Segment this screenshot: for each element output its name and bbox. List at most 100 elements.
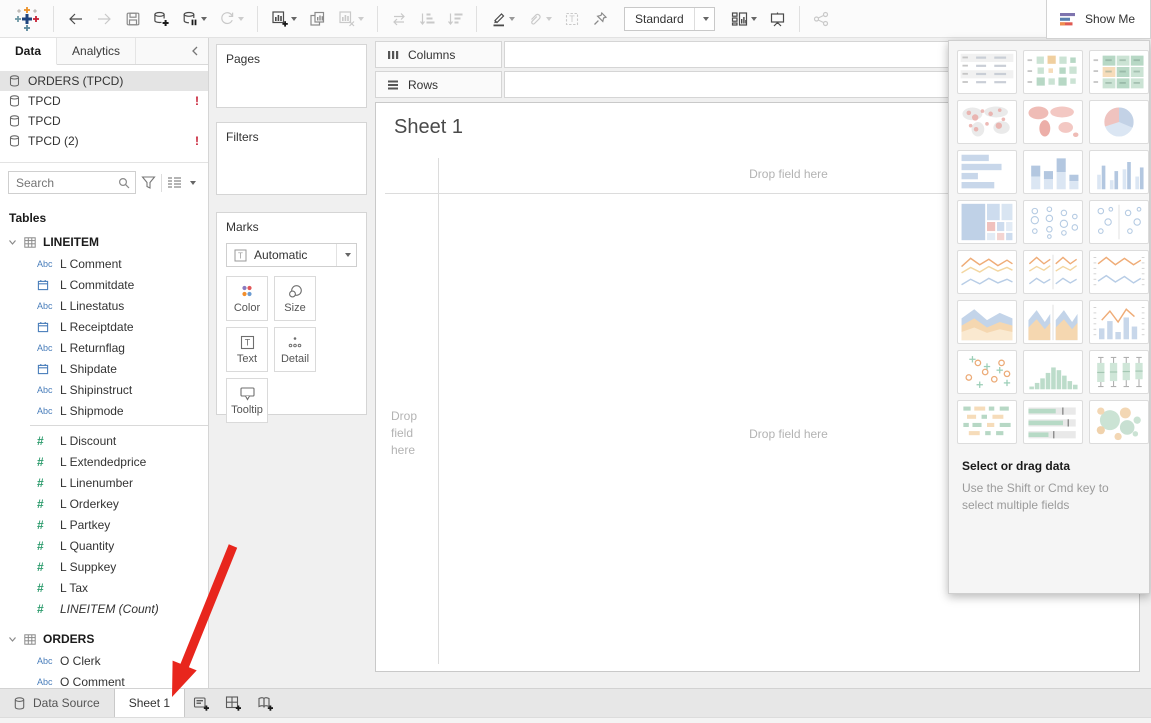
undo-arrow-button[interactable]	[63, 4, 88, 34]
field-item[interactable]: AbcO Comment	[0, 671, 208, 688]
collapse-pane-button[interactable]	[182, 38, 208, 64]
search-input[interactable]	[16, 176, 118, 190]
field-item[interactable]: AbcL Returnflag	[0, 337, 208, 358]
group-paperclip-button[interactable]	[523, 4, 556, 34]
new-worksheet-button[interactable]	[267, 4, 301, 34]
datasource-item[interactable]: TPCD	[0, 111, 208, 131]
sort-descending-button[interactable]	[443, 4, 467, 34]
field-item[interactable]: #L Extendedprice	[0, 451, 208, 472]
new-datasource-button[interactable]	[149, 4, 174, 34]
showme-thumb-box-and-whisker[interactable]	[1089, 350, 1149, 394]
showme-thumb-area-continuous[interactable]	[957, 300, 1017, 344]
filters-shelf[interactable]: Filters	[216, 122, 367, 195]
datasource-item[interactable]: ORDERS (TPCD)	[0, 71, 208, 91]
showme-thumb-scatter-plot[interactable]	[957, 350, 1017, 394]
showme-thumb-treemap[interactable]	[957, 200, 1017, 244]
showme-thumb-pie-chart[interactable]	[1089, 100, 1149, 144]
showme-thumb-highlight-table[interactable]	[1089, 50, 1149, 94]
field-item[interactable]: #L Discount	[0, 430, 208, 451]
new-worksheet-button[interactable]	[185, 689, 217, 717]
field-item[interactable]: #L Tax	[0, 577, 208, 598]
fix-axes-pin-button[interactable]	[588, 4, 612, 34]
field-item[interactable]: AbcL Linestatus	[0, 295, 208, 316]
field-item[interactable]: AbcL Comment	[0, 253, 208, 274]
showme-thumb-horizontal-bars[interactable]	[957, 150, 1017, 194]
showme-thumb-bullet-graph[interactable]	[1023, 400, 1083, 444]
showme-thumb-heatmap[interactable]	[1023, 50, 1083, 94]
text-button[interactable]: TText	[226, 327, 268, 372]
show-me-button[interactable]: Show Me	[1046, 0, 1151, 39]
fit-select[interactable]: Standard	[624, 7, 715, 31]
table-header[interactable]: LINEITEM	[0, 231, 208, 253]
size-button[interactable]: Size	[274, 276, 316, 321]
showme-thumb-symbol-map[interactable]	[957, 100, 1017, 144]
showme-thumb-side-by-side-bars[interactable]	[1089, 150, 1149, 194]
datasource-item[interactable]: TPCD!	[0, 91, 208, 111]
tab-data[interactable]: Data	[0, 38, 57, 65]
field-item[interactable]: #LINEITEM (Count)	[0, 598, 208, 619]
showme-thumb-dual-lines[interactable]	[1089, 250, 1149, 294]
highlight-pen-caret[interactable]	[509, 17, 515, 21]
presentation-mode-button[interactable]	[765, 4, 790, 34]
showme-thumb-gantt[interactable]	[957, 400, 1017, 444]
datasource-item[interactable]: TPCD (2)!	[0, 131, 208, 151]
showme-thumb-packed-bubbles[interactable]	[1089, 400, 1149, 444]
refresh-caret[interactable]	[238, 17, 244, 21]
tooltip-button[interactable]: Tooltip	[226, 378, 268, 423]
clear-sheet-button[interactable]	[334, 4, 368, 34]
save-button[interactable]	[121, 4, 145, 34]
show-hide-cards-caret[interactable]	[751, 17, 757, 21]
color-button[interactable]: Color	[226, 276, 268, 321]
fit-select-caret[interactable]	[694, 8, 714, 30]
new-worksheet-caret[interactable]	[291, 17, 297, 21]
filter-funnel-icon[interactable]	[141, 175, 156, 190]
new-dashboard-button[interactable]	[217, 689, 249, 717]
clear-sheet-caret[interactable]	[358, 17, 364, 21]
refresh-button[interactable]	[215, 4, 248, 34]
pause-updates-caret[interactable]	[201, 17, 207, 21]
redo-arrow-button[interactable]	[92, 4, 117, 34]
field-item[interactable]: #L Linenumber	[0, 472, 208, 493]
showme-thumb-area-discrete[interactable]	[1023, 300, 1083, 344]
showme-thumb-text-table[interactable]	[957, 50, 1017, 94]
drop-zone-left[interactable]: Drop field here	[391, 408, 433, 459]
field-item[interactable]: L Commitdate	[0, 274, 208, 295]
table-header[interactable]: ORDERS	[0, 628, 208, 650]
group-paperclip-caret[interactable]	[546, 17, 552, 21]
mark-type-dropdown[interactable]: T Automatic	[226, 243, 357, 267]
sort-ascending-button[interactable]	[415, 4, 439, 34]
field-item[interactable]: AbcL Shipinstruct	[0, 379, 208, 400]
swap-axes-button[interactable]	[387, 4, 411, 34]
duplicate-sheet-button[interactable]	[305, 4, 330, 34]
detail-button[interactable]: Detail	[274, 327, 316, 372]
showme-thumb-histogram[interactable]	[1023, 350, 1083, 394]
chevron-down-icon[interactable]	[8, 238, 17, 247]
showme-thumb-dual-combination[interactable]	[1089, 300, 1149, 344]
field-item[interactable]: #L Suppkey	[0, 556, 208, 577]
showme-thumb-stacked-bars[interactable]	[1023, 150, 1083, 194]
chevron-down-icon[interactable]	[8, 635, 17, 644]
showme-thumb-lines-discrete[interactable]	[1023, 250, 1083, 294]
showme-thumb-side-by-side-circles[interactable]	[1089, 200, 1149, 244]
sheet-tab-sheet1[interactable]: Sheet 1	[114, 689, 185, 717]
view-list-icon[interactable]	[167, 176, 182, 189]
tab-analytics[interactable]: Analytics	[57, 38, 136, 64]
showme-thumb-circle-views[interactable]	[1023, 200, 1083, 244]
field-item[interactable]: #L Orderkey	[0, 493, 208, 514]
data-source-tab[interactable]: Data Source	[0, 689, 114, 717]
field-item[interactable]: AbcO Clerk	[0, 650, 208, 671]
field-item[interactable]: L Receiptdate	[0, 316, 208, 337]
showme-thumb-filled-map[interactable]	[1023, 100, 1083, 144]
mark-labels-button[interactable]: T	[560, 4, 584, 34]
field-item[interactable]: #L Partkey	[0, 514, 208, 535]
field-item[interactable]: AbcL Shipmode	[0, 400, 208, 421]
view-options-caret[interactable]	[190, 181, 196, 185]
pause-updates-button[interactable]	[178, 4, 211, 34]
highlight-pen-button[interactable]	[486, 4, 519, 34]
share-button[interactable]	[809, 4, 834, 34]
field-item[interactable]: #L Quantity	[0, 535, 208, 556]
showme-thumb-lines-continuous[interactable]	[957, 250, 1017, 294]
pages-shelf[interactable]: Pages	[216, 44, 367, 108]
field-item[interactable]: L Shipdate	[0, 358, 208, 379]
new-story-button[interactable]	[249, 689, 281, 717]
